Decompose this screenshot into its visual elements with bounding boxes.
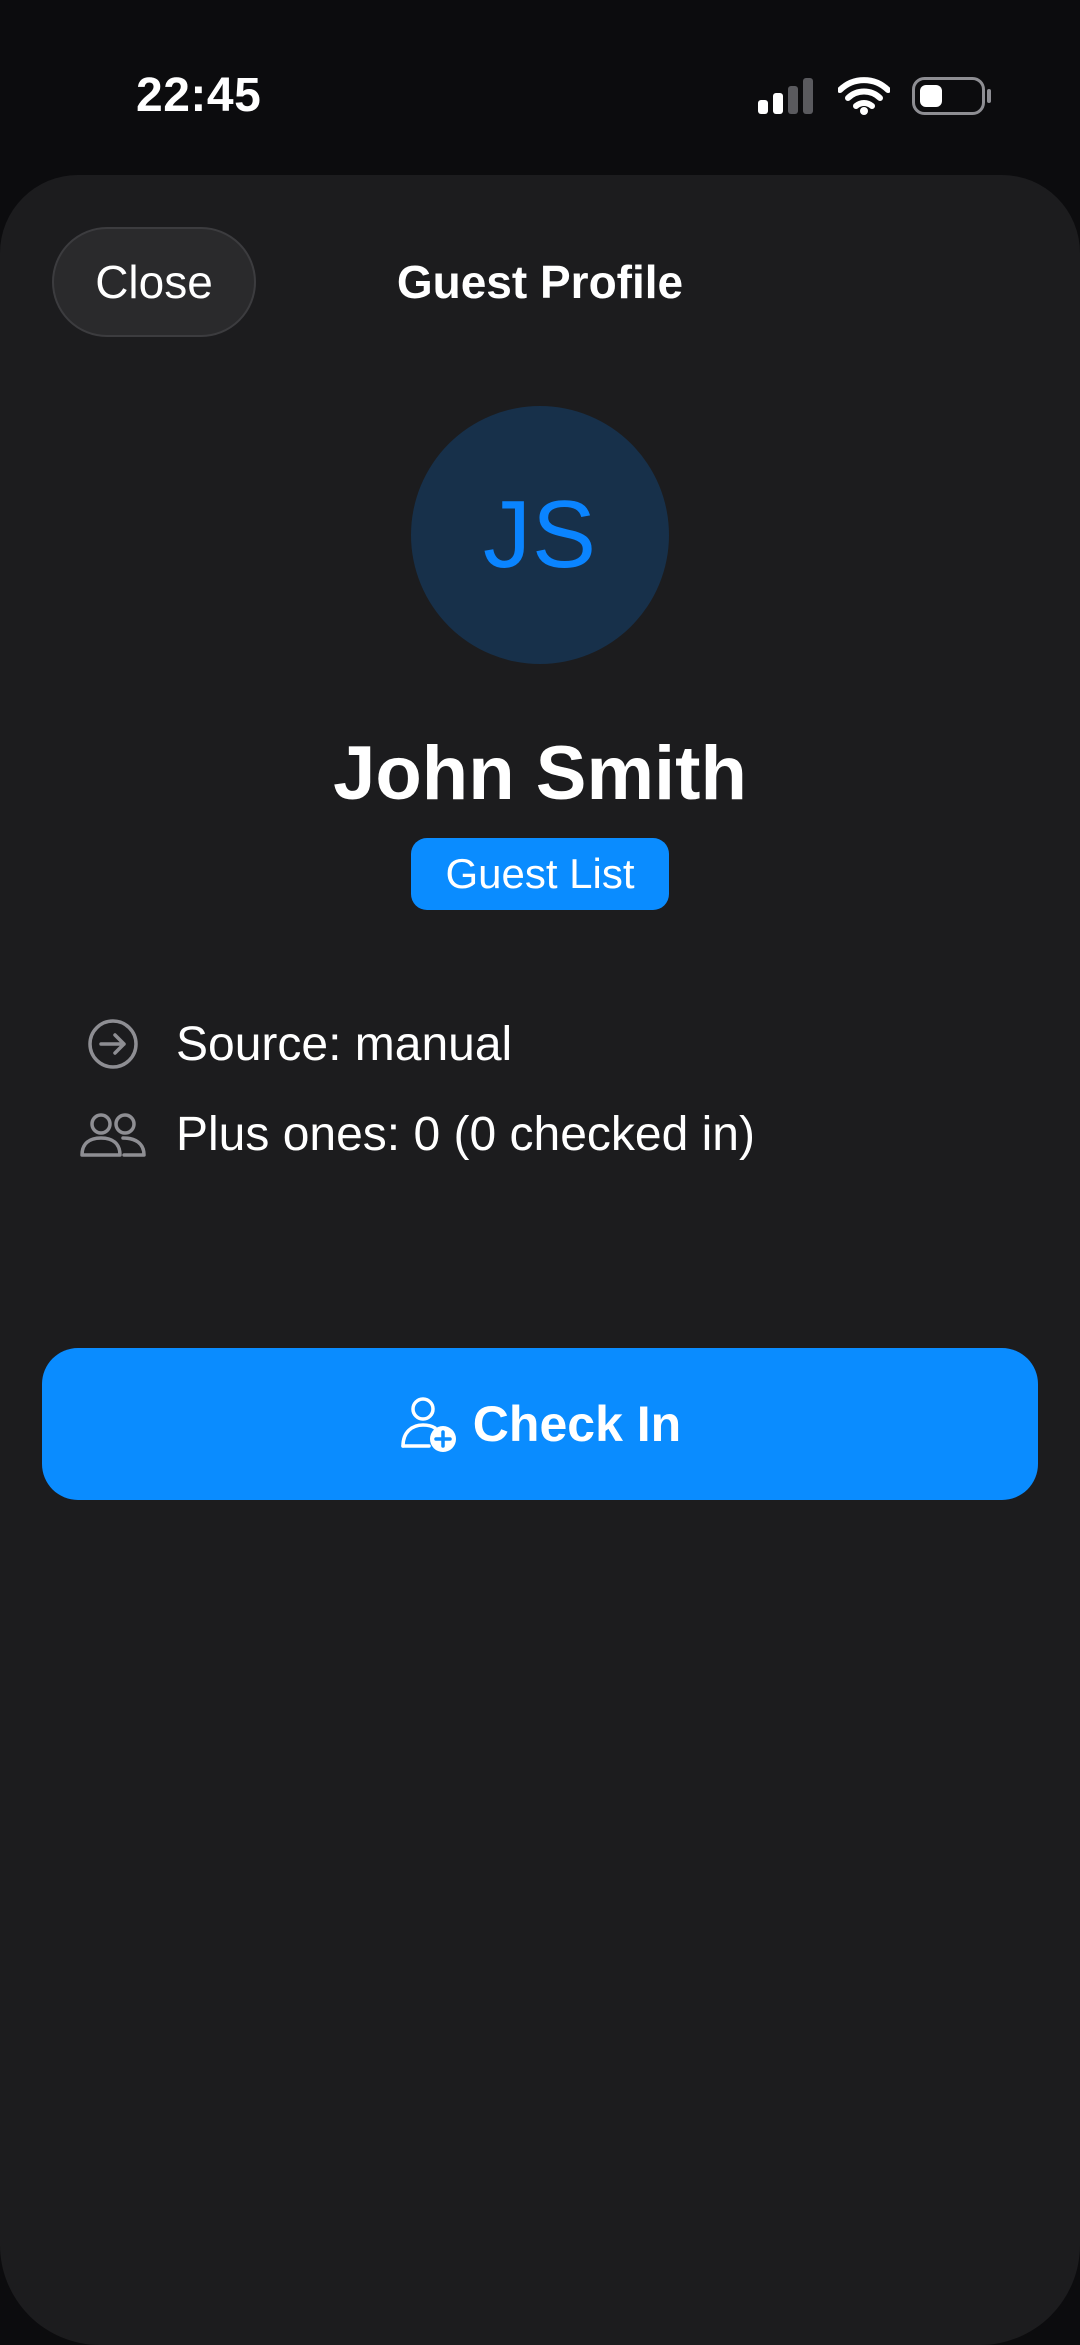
- person-add-icon: [399, 1394, 459, 1454]
- source-text: Source: manual: [176, 1017, 513, 1071]
- status-icons: [758, 76, 992, 120]
- check-in-label: Check In: [472, 1396, 682, 1452]
- cellular-signal-icon: [758, 77, 816, 119]
- screen: 22:45 Close Guest Profile JS John Smith …: [0, 0, 1080, 2345]
- people-icon: [78, 1099, 148, 1169]
- battery-icon: [912, 76, 992, 120]
- avatar: JS: [411, 406, 669, 664]
- avatar-initials: JS: [482, 481, 598, 588]
- guest-profile-sheet: Close Guest Profile JS John Smith Guest …: [0, 175, 1080, 2345]
- arrow-right-circle-icon: [78, 1009, 148, 1079]
- wifi-icon: [837, 76, 891, 120]
- guest-list-badge: Guest List: [411, 838, 669, 910]
- sheet-title: Guest Profile: [396, 256, 684, 308]
- check-in-button[interactable]: Check In: [42, 1348, 1038, 1500]
- plus-ones-row: Plus ones: 0 (0 checked in): [78, 1099, 755, 1169]
- source-row: Source: manual: [78, 1009, 512, 1079]
- status-bar: 22:45: [0, 0, 1080, 175]
- plus-ones-text: Plus ones: 0 (0 checked in): [176, 1107, 755, 1161]
- status-time: 22:45: [136, 69, 262, 122]
- guest-name: John Smith: [333, 731, 747, 816]
